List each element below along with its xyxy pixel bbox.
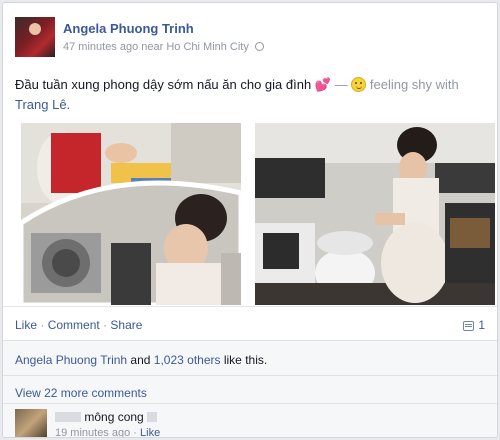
likes-suffix: like this.: [220, 353, 268, 367]
comment-count-value: 1: [478, 318, 485, 332]
blurred-name: [55, 412, 81, 422]
dash: —: [334, 77, 348, 92]
separator-dot: ·: [103, 318, 108, 332]
status-body: Đầu tuần xung phong dậy sớm nấu ăn cho g…: [15, 77, 312, 92]
comment-count[interactable]: 1: [463, 318, 485, 332]
avatar-face: [29, 23, 41, 35]
feeling-text: feeling shy with: [369, 77, 459, 92]
divider: [3, 375, 497, 376]
status-text: Đầu tuần xung phong dậy sớm nấu ăn cho g…: [15, 75, 495, 115]
author-name[interactable]: Angela Phuong Trinh: [63, 21, 194, 36]
photo-2[interactable]: [255, 123, 495, 305]
feedback-section: Angela Phuong Trinh and 1,023 others lik…: [3, 340, 497, 438]
separator-dot: ·: [133, 427, 137, 438]
comment-time[interactable]: 19 minutes ago: [55, 427, 130, 437]
divider: [3, 403, 497, 404]
photo-1[interactable]: [21, 123, 241, 305]
comment-meta: 19 minutes ago · Like: [55, 427, 160, 438]
share-link[interactable]: Share: [110, 318, 142, 332]
post-meta: 47 minutes ago near Ho Chi Minh City: [63, 41, 264, 53]
comment-icon: [463, 321, 475, 331]
comment-link[interactable]: Comment: [48, 318, 100, 332]
post-time[interactable]: 47 minutes ago near Ho Chi Minh City: [63, 41, 249, 53]
likes-summary: Angela Phuong Trinh and 1,023 others lik…: [15, 353, 267, 367]
shy-emoticon-icon: [351, 77, 367, 92]
blurred-name: [147, 412, 158, 422]
view-more-comments-link[interactable]: View 22 more comments: [15, 386, 147, 400]
divider: [3, 306, 497, 307]
comment-like-link[interactable]: Like: [140, 427, 160, 437]
photo-2-image: [255, 123, 495, 305]
separator-dot: ·: [40, 318, 45, 332]
comment-author[interactable]: mông cong: [55, 410, 158, 424]
likes-connector: and: [127, 353, 154, 367]
like-link[interactable]: Like: [15, 318, 37, 332]
commenter-avatar[interactable]: [15, 409, 47, 437]
post-actions: Like · Comment · Share: [15, 318, 142, 332]
tagged-person-link[interactable]: Trang Lê.: [15, 97, 70, 112]
author-avatar[interactable]: [15, 17, 55, 57]
photo-1-image: [21, 123, 241, 305]
liker-name-link[interactable]: Angela Phuong Trinh: [15, 353, 127, 367]
globe-icon: [254, 42, 264, 51]
hearts-icon: 💕: [314, 77, 331, 92]
likes-others-link[interactable]: 1,023 others: [154, 353, 221, 367]
post-card: Angela Phuong Trinh 47 minutes ago near …: [2, 2, 498, 438]
comment-author-name: mông cong: [84, 410, 144, 424]
